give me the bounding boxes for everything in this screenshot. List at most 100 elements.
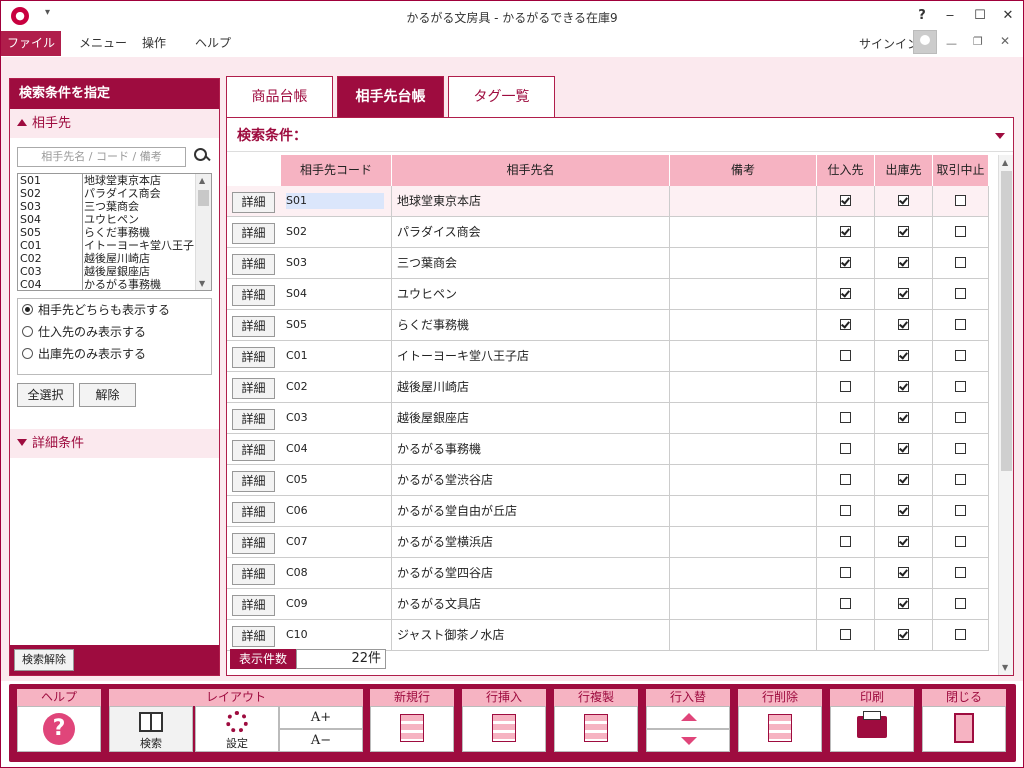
cell-code[interactable]: S04 bbox=[281, 279, 392, 310]
avatar[interactable] bbox=[913, 30, 937, 54]
detail-button[interactable]: 詳細 bbox=[232, 440, 275, 461]
menu-menu[interactable]: メニュー bbox=[67, 31, 139, 56]
table-row[interactable]: 詳細 C06 かるがる堂自由が丘店 bbox=[227, 496, 989, 527]
detail-button[interactable]: 詳細 bbox=[232, 223, 275, 244]
listbox-item[interactable]: C02 越後屋川崎店 bbox=[18, 252, 211, 265]
stopped-checkbox[interactable] bbox=[955, 350, 966, 361]
detail-button[interactable]: 詳細 bbox=[232, 471, 275, 492]
search-icon[interactable] bbox=[193, 147, 211, 165]
cell-code[interactable]: S02 bbox=[281, 217, 392, 248]
cell-note[interactable] bbox=[670, 372, 817, 403]
ship-checkbox[interactable] bbox=[898, 567, 909, 578]
help-button[interactable]: ? bbox=[908, 5, 936, 27]
cell-name[interactable]: イトーヨーキ堂八王子店 bbox=[392, 341, 670, 372]
scroll-down-icon[interactable]: ▼ bbox=[199, 279, 205, 288]
cell-note[interactable] bbox=[670, 186, 817, 217]
cell-code[interactable]: C03 bbox=[281, 403, 392, 434]
cell-code[interactable]: S05 bbox=[281, 310, 392, 341]
stopped-checkbox[interactable] bbox=[955, 381, 966, 392]
table-row[interactable]: 詳細 C04 かるがる事務機 bbox=[227, 434, 989, 465]
ship-checkbox[interactable] bbox=[898, 536, 909, 547]
stopped-checkbox[interactable] bbox=[955, 257, 966, 268]
stopped-checkbox[interactable] bbox=[955, 443, 966, 454]
cell-note[interactable] bbox=[670, 403, 817, 434]
table-row[interactable]: 詳細 S03 三つ葉商会 bbox=[227, 248, 989, 279]
detail-button[interactable]: 詳細 bbox=[232, 316, 275, 337]
cell-note[interactable] bbox=[670, 620, 817, 651]
tab-partner-ledger[interactable]: 相手先台帳 bbox=[337, 76, 444, 117]
cell-note[interactable] bbox=[670, 248, 817, 279]
move-row-down-button[interactable] bbox=[646, 729, 730, 752]
insert-row-button[interactable] bbox=[462, 706, 546, 752]
cell-code[interactable]: C06 bbox=[281, 496, 392, 527]
supplier-checkbox[interactable] bbox=[840, 629, 851, 640]
radio-button-icon[interactable] bbox=[22, 304, 33, 315]
partner-section-toggle[interactable]: 相手先 bbox=[10, 109, 219, 138]
settings-button[interactable]: 設定 bbox=[195, 706, 279, 752]
supplier-checkbox[interactable] bbox=[840, 474, 851, 485]
cell-note[interactable] bbox=[670, 279, 817, 310]
scroll-up-icon[interactable]: ▲ bbox=[1002, 158, 1008, 167]
detail-button[interactable]: 詳細 bbox=[232, 564, 275, 585]
column-header-shipping[interactable]: 出庫先 bbox=[875, 155, 933, 186]
font-increase-button[interactable]: A+ bbox=[279, 706, 363, 729]
detail-button[interactable]: 詳細 bbox=[232, 626, 275, 647]
table-row[interactable]: 詳細 C03 越後屋銀座店 bbox=[227, 403, 989, 434]
column-header-note[interactable]: 備考 bbox=[670, 155, 817, 186]
supplier-checkbox[interactable] bbox=[840, 195, 851, 206]
help-toolbar-button[interactable]: ? bbox=[17, 706, 101, 752]
clear-search-button[interactable]: 検索解除 bbox=[14, 649, 74, 671]
cell-code[interactable]: C04 bbox=[281, 434, 392, 465]
new-row-button[interactable] bbox=[370, 706, 454, 752]
ship-checkbox[interactable] bbox=[898, 474, 909, 485]
cell-note[interactable] bbox=[670, 341, 817, 372]
detail-button[interactable]: 詳細 bbox=[232, 347, 275, 368]
cell-note[interactable] bbox=[670, 310, 817, 341]
supplier-checkbox[interactable] bbox=[840, 505, 851, 516]
listbox-item[interactable]: S02 パラダイス商会 bbox=[18, 187, 211, 200]
detail-button[interactable]: 詳細 bbox=[232, 192, 275, 213]
scroll-thumb[interactable] bbox=[1001, 171, 1012, 471]
column-header-name[interactable]: 相手先名 bbox=[392, 155, 670, 186]
supplier-checkbox[interactable] bbox=[840, 598, 851, 609]
cell-note[interactable] bbox=[670, 527, 817, 558]
cell-code[interactable]: C08 bbox=[281, 558, 392, 589]
supplier-checkbox[interactable] bbox=[840, 350, 851, 361]
cell-code[interactable]: C07 bbox=[281, 527, 392, 558]
stopped-checkbox[interactable] bbox=[955, 536, 966, 547]
stopped-checkbox[interactable] bbox=[955, 629, 966, 640]
supplier-checkbox[interactable] bbox=[840, 443, 851, 454]
detail-button[interactable]: 詳細 bbox=[232, 533, 275, 554]
cell-name[interactable]: かるがる堂横浜店 bbox=[392, 527, 670, 558]
column-header-supplier[interactable]: 仕入先 bbox=[817, 155, 875, 186]
ship-checkbox[interactable] bbox=[898, 257, 909, 268]
cell-note[interactable] bbox=[670, 589, 817, 620]
ribbon-restore-icon[interactable]: ❐ bbox=[973, 35, 983, 48]
listbox-item[interactable]: C04 かるがる事務機 bbox=[18, 278, 211, 290]
dropdown-arrow-icon[interactable] bbox=[995, 133, 1005, 139]
listbox-item[interactable]: S04 ユウヒペン bbox=[18, 213, 211, 226]
table-row[interactable]: 詳細 C10 ジャスト御茶ノ水店 bbox=[227, 620, 989, 651]
cell-code[interactable]: S03 bbox=[281, 248, 392, 279]
stopped-checkbox[interactable] bbox=[955, 412, 966, 423]
table-row[interactable]: 詳細 C02 越後屋川崎店 bbox=[227, 372, 989, 403]
table-row[interactable]: 詳細 C07 かるがる堂横浜店 bbox=[227, 527, 989, 558]
ship-checkbox[interactable] bbox=[898, 319, 909, 330]
ribbon-close-icon[interactable]: ✕ bbox=[1000, 34, 1010, 48]
scroll-thumb[interactable] bbox=[198, 190, 209, 206]
supplier-checkbox[interactable] bbox=[840, 412, 851, 423]
cell-note[interactable] bbox=[670, 465, 817, 496]
font-decrease-button[interactable]: A− bbox=[279, 729, 363, 752]
table-row[interactable]: 詳細 C08 かるがる堂四谷店 bbox=[227, 558, 989, 589]
table-row[interactable]: 詳細 C05 かるがる堂渋谷店 bbox=[227, 465, 989, 496]
display-mode-option[interactable]: 相手先どちらも表示する bbox=[18, 299, 211, 321]
cell-code[interactable]: C02 bbox=[281, 372, 392, 403]
ship-checkbox[interactable] bbox=[898, 381, 909, 392]
listbox-scrollbar[interactable]: ▲ ▼ bbox=[195, 174, 211, 290]
stopped-checkbox[interactable] bbox=[955, 567, 966, 578]
display-mode-option[interactable]: 出庫先のみ表示する bbox=[18, 343, 211, 365]
cell-name[interactable]: かるがる堂渋谷店 bbox=[392, 465, 670, 496]
supplier-checkbox[interactable] bbox=[840, 536, 851, 547]
ribbon-minimize-icon[interactable]: — bbox=[946, 37, 957, 50]
scroll-down-icon[interactable]: ▼ bbox=[1002, 663, 1008, 672]
